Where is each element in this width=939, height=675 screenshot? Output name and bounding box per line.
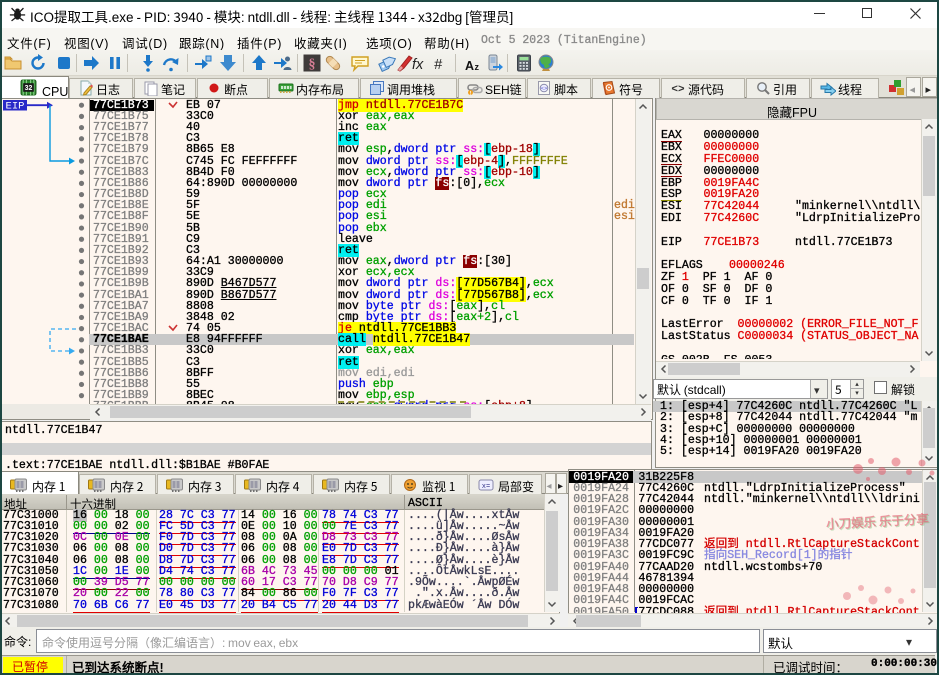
svg-text:!: !: [470, 90, 472, 96]
svg-text:x=: x=: [482, 483, 490, 491]
svg-text:EIP: EIP: [6, 101, 25, 113]
svg-text:<>: <>: [541, 85, 548, 92]
svg-text:§: §: [309, 57, 316, 72]
svg-text:<>: <>: [671, 84, 685, 96]
svg-text:32: 32: [25, 85, 33, 92]
